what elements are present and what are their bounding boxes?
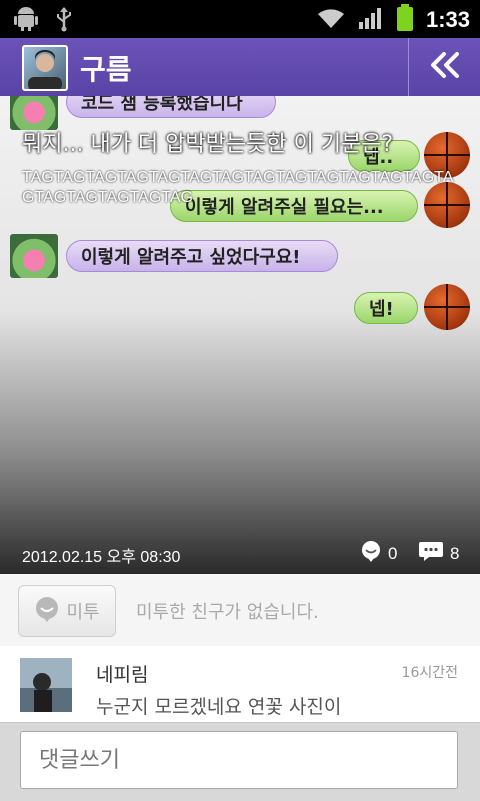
metoo-count-value: 0 (388, 543, 398, 563)
metoo-smile-icon (34, 596, 60, 627)
back-button[interactable] (410, 38, 480, 96)
metoo-row: 미투 미투한 친구가 없습니다. (0, 574, 480, 647)
wifi-icon (316, 6, 346, 34)
comment-count-value: 8 (450, 543, 460, 563)
header-divider (408, 38, 409, 96)
page-title: 구름 (80, 53, 132, 86)
comment-text: 누군지 모르겠네요 연꽃 사진이 (96, 696, 342, 718)
comment-input[interactable] (20, 731, 458, 789)
comment-count[interactable]: 8 (418, 540, 459, 567)
battery-icon (396, 4, 414, 36)
comment-avatar[interactable] (20, 658, 72, 712)
metoo-count[interactable]: 0 (360, 540, 397, 567)
android-debug-icon (14, 6, 38, 36)
chat-bubble: 코드 잼 등록했습니다 (66, 96, 276, 118)
comment-input-bar (0, 722, 480, 801)
speech-bubble-icon (418, 540, 444, 567)
post-date: 2012.02.15 오후 08:30 (22, 549, 181, 566)
comment-author[interactable]: 네피림 (96, 660, 148, 687)
metoo-button[interactable]: 미투 (18, 585, 116, 637)
basketball-avatar (424, 284, 470, 330)
lotus-avatar (10, 234, 58, 278)
chat-bubble: 이렇게 알려주고 싶었다구요! (66, 240, 338, 272)
usb-icon (54, 6, 74, 36)
comment-time: 16시간전 (401, 665, 458, 681)
lotus-avatar (10, 96, 58, 130)
app-header: 구름 (0, 38, 480, 98)
post-caption: 뭐지... 내가 더 압박받는듯한 이 기분은? (22, 132, 394, 157)
chat-bubble: 넵! (354, 292, 418, 324)
header-avatar[interactable] (22, 45, 68, 91)
metoo-button-label: 미투 (66, 602, 100, 623)
post-tags: TAGTAGTAGTAGTAGTAGTAGTAGTAGTAGTAGTAGTAGT… (22, 169, 454, 206)
comment-item[interactable]: 네피림 16시간전 누군지 모르겠네요 연꽃 사진이 (0, 646, 480, 722)
status-bar: 1:33 (0, 0, 480, 38)
metoo-icon (360, 540, 382, 567)
signal-icon (358, 6, 384, 34)
double-chevron-left-icon (428, 51, 462, 83)
metoo-empty-text: 미투한 친구가 없습니다. (136, 602, 319, 623)
status-time: 1:33 (425, 7, 470, 32)
